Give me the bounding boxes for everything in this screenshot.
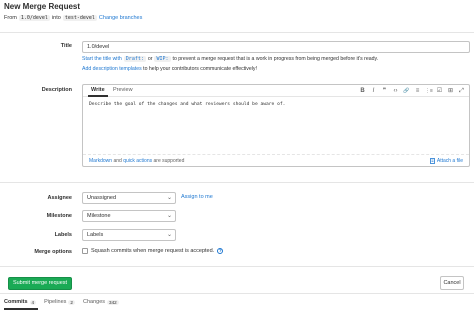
link-icon[interactable]: 🔗 [403,87,410,95]
active-tab-underline [4,308,38,310]
hint-or: or [147,56,153,62]
tab-commits-count: 4 [29,299,37,305]
assignee-value: Unassigned [87,195,117,201]
tab-pipelines-count: 2 [68,299,75,305]
hint-rest: to prevent a merge request that is a wor… [172,56,379,62]
cancel-button[interactable]: Cancel [440,276,464,290]
divider [0,293,474,294]
tab-commits-label: Commits [4,299,28,305]
labels-value: Labels [87,232,104,238]
target-branch: test-devel [62,15,97,21]
description-textarea[interactable]: Describe the goal of the changes and wha… [89,102,285,107]
chevron-down-icon: ⌄ [166,195,172,201]
hint-draft: Draft: [123,56,146,62]
quote-icon[interactable]: ❞ [381,87,388,95]
templates-hint: Add description templates to help your c… [82,66,257,72]
quick-actions-link[interactable]: quick actions [123,158,152,164]
tab-changes-label: Changes [82,299,106,305]
editor-footer: Markdown and quick actions are supported… [83,154,469,166]
bottom-tabs: Commits 4 Pipelines 2 Changes 342 [4,299,119,310]
help-icon[interactable]: ? [217,248,224,254]
templates-link[interactable]: Add description templates [82,66,142,72]
chevron-down-icon: ⌄ [166,232,172,238]
md-and: and [113,158,122,164]
labels-label: Labels [54,232,72,238]
labels-dropdown[interactable]: Labels ⌄ [82,229,176,241]
page-title: New Merge Request [4,2,81,11]
bullet-list-icon[interactable]: ≡ [414,87,421,95]
tab-write-underline [88,95,108,97]
assign-to-me-link[interactable]: Assign to me [181,194,213,200]
title-label: Title [60,43,72,49]
markdown-link[interactable]: Markdown [89,158,112,164]
italic-icon[interactable]: I [370,87,377,95]
source-branch: 1.0/devel [18,15,50,21]
hint-start-link[interactable]: Start the title with [82,56,122,62]
divider [0,32,474,33]
code-icon[interactable]: ‹› [392,87,399,95]
tab-preview[interactable]: Preview [113,87,133,93]
editor-toolbar: B I ❞ ‹› 🔗 ≡ ⋮≡ ☑ ⊞ ⤢ [359,86,465,96]
into-text: into [51,15,61,21]
title-hint: Start the title with Draft: or WIP: to p… [82,56,378,62]
numbered-list-icon[interactable]: ⋮≡ [425,87,433,95]
bold-icon[interactable]: B [359,87,366,95]
milestone-dropdown[interactable]: Milestone ⌄ [82,210,176,222]
tab-pipelines-label: Pipelines [44,299,67,305]
md-supported: are supported [153,158,185,164]
change-branches-link[interactable]: Change branches [99,15,142,21]
tab-changes-count: 342 [107,299,119,305]
editor-tabs: Write Preview B I ❞ ‹› 🔗 ≡ ⋮≡ ☑ ⊞ ⤢ [83,85,469,97]
description-label: Description [41,87,72,93]
markdown-editor: Write Preview B I ❞ ‹› 🔗 ≡ ⋮≡ ☑ ⊞ ⤢ Desc… [82,84,470,167]
tab-write[interactable]: Write [91,87,105,93]
divider [0,266,474,267]
squash-option: Squash commits when merge request is acc… [82,248,224,254]
tab-commits[interactable]: Commits 4 [4,299,37,305]
chevron-down-icon: ⌄ [166,213,172,219]
squash-checkbox[interactable] [82,248,88,254]
merge-options-label: Merge options [34,249,72,255]
task-list-icon[interactable]: ☑ [436,87,443,95]
milestone-label: Milestone [46,213,72,219]
squash-label[interactable]: Squash commits when merge request is acc… [91,248,214,254]
milestone-value: Milestone [87,213,111,219]
hint-wip: WIP: [154,56,171,62]
assignee-label: Assignee [47,195,72,201]
markdown-help: Markdown and quick actions are supported [89,158,184,164]
table-icon[interactable]: ⊞ [447,87,454,95]
tab-pipelines[interactable]: Pipelines 2 [44,299,75,305]
paperclip-icon [429,158,435,164]
assignee-dropdown[interactable]: Unassigned ⌄ [82,192,176,204]
branch-info: From 1.0/devel into test-devel Change br… [4,15,142,21]
attach-file-button[interactable]: Attach a file [429,158,463,164]
from-text: From [4,15,17,21]
attach-file-label: Attach a file [436,158,463,164]
divider [0,182,474,183]
submit-merge-request-button[interactable]: Submit merge request [8,277,72,290]
tab-changes[interactable]: Changes 342 [83,299,119,305]
templates-rest: to help your contributors communicate ef… [143,66,257,72]
title-input[interactable]: 1.0/devel [82,41,470,53]
fullscreen-icon[interactable]: ⤢ [458,87,465,95]
